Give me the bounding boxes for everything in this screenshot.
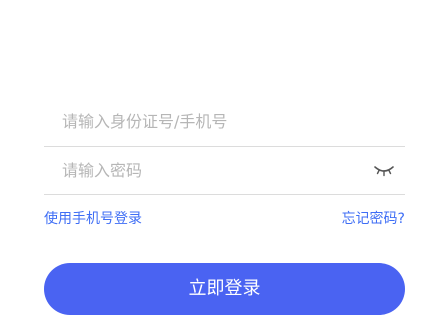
id-phone-field — [44, 96, 405, 147]
password-input[interactable] — [62, 147, 362, 194]
link-row: 使用手机号登录 忘记密码? — [44, 208, 405, 228]
eye-closed-icon[interactable] — [373, 163, 395, 177]
id-phone-input[interactable] — [62, 96, 362, 146]
password-field — [44, 147, 405, 195]
login-page: 使用手机号登录 忘记密码? 立即登录 — [0, 0, 446, 328]
phone-login-link[interactable]: 使用手机号登录 — [44, 208, 142, 228]
login-button[interactable]: 立即登录 — [44, 263, 405, 315]
forgot-password-link[interactable]: 忘记密码? — [342, 208, 405, 228]
